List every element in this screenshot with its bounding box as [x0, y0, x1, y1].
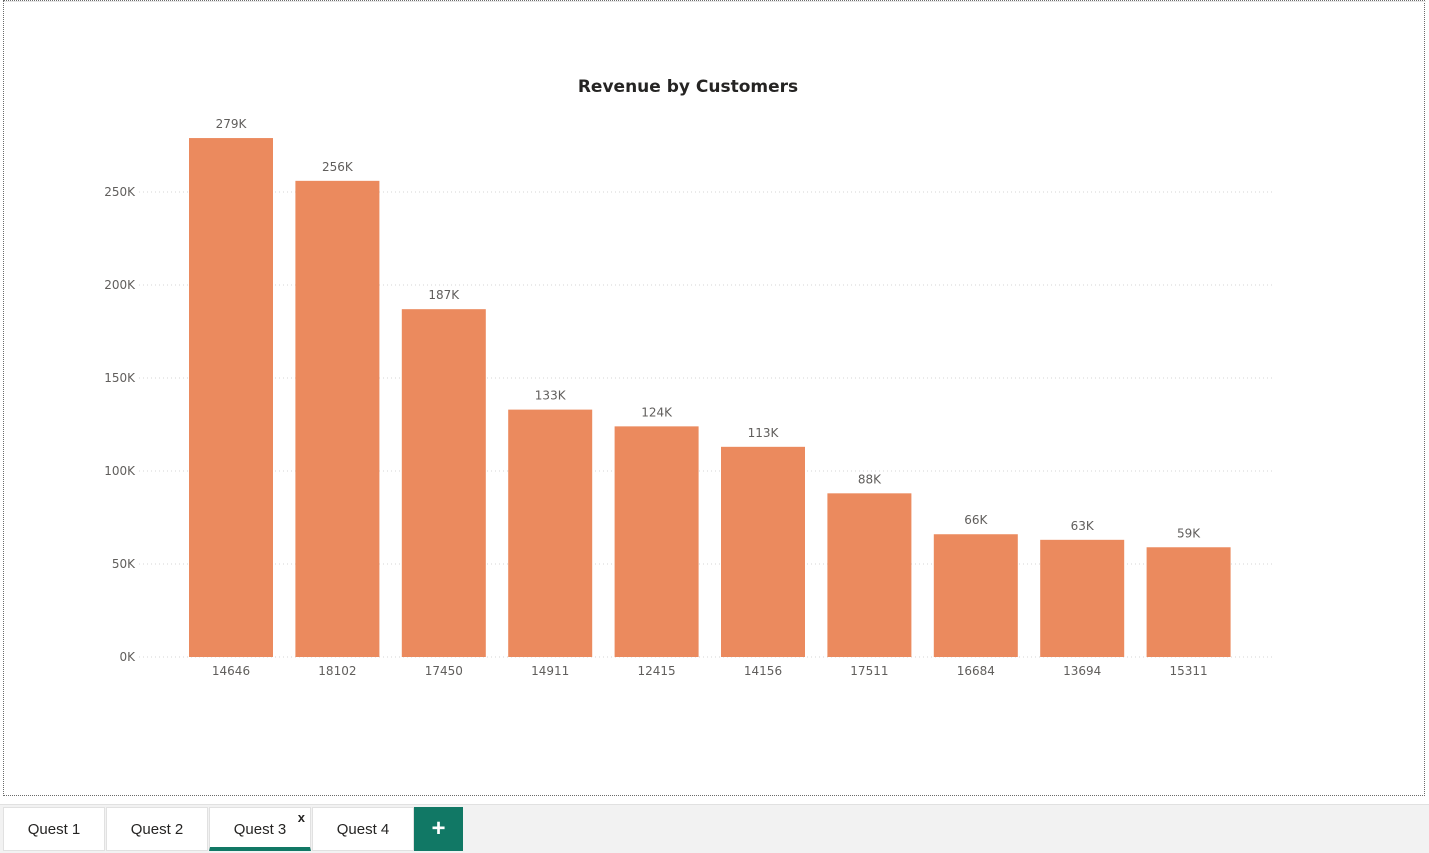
y-tick-label: 200K [104, 278, 136, 292]
report-canvas: Revenue by Customers 0K 50K 100K 150K 200K 250… [3, 0, 1426, 796]
data-label: 113K [748, 426, 780, 440]
y-tick-label: 100K [104, 464, 136, 478]
bar-chart[interactable]: Revenue by Customers 0K 50K 100K 150K 200K 250… [4, 1, 1424, 795]
add-page-button[interactable]: + [414, 807, 463, 851]
tab-quest-1[interactable]: Quest 1 [3, 807, 105, 851]
x-tick-label: 17450 [425, 664, 463, 678]
bar [614, 426, 699, 657]
bar [721, 446, 805, 657]
tab-quest-2[interactable]: Quest 2 [106, 807, 208, 851]
data-label: 124K [641, 405, 673, 419]
close-icon[interactable]: x [298, 810, 305, 825]
data-label: 66K [964, 513, 988, 527]
tab-label: Quest 1 [27, 820, 81, 838]
tab-quest-3[interactable]: Quest 3 x [209, 807, 311, 851]
x-tick-label: 14156 [744, 664, 782, 678]
tab-label: Quest 2 [130, 820, 184, 838]
bar [401, 309, 486, 657]
data-label: 279K [216, 117, 248, 131]
tab-label: Quest 3 [233, 821, 287, 838]
bar [827, 493, 912, 657]
x-tick-label: 12415 [638, 664, 676, 678]
y-tick-label: 250K [104, 185, 136, 199]
bar [189, 138, 273, 657]
x-tick-label: 15311 [1170, 664, 1208, 678]
x-tick-label: 18102 [318, 664, 356, 678]
page-tab-bar: Quest 1 Quest 2 Quest 3 x Quest 4 + [0, 804, 1429, 853]
tab-quest-4[interactable]: Quest 4 [312, 807, 414, 851]
y-tick-label: 50K [112, 557, 136, 571]
bar [933, 534, 1018, 657]
y-tick-label: 0K [119, 650, 136, 664]
x-tick-label: 16684 [957, 664, 995, 678]
bar [508, 409, 593, 657]
tab-label: Quest 4 [336, 820, 390, 838]
chart-title: Revenue by Customers [578, 77, 798, 97]
data-label: 88K [858, 472, 882, 486]
data-label: 133K [535, 389, 567, 403]
x-tick-label: 13694 [1063, 664, 1101, 678]
data-label: 63K [1071, 519, 1095, 533]
data-label: 59K [1177, 526, 1201, 540]
x-tick-label: 14911 [531, 664, 569, 678]
bar [1146, 547, 1231, 657]
x-tick-label: 17511 [850, 664, 888, 678]
bar [295, 180, 380, 657]
x-tick-label: 14646 [212, 664, 250, 678]
data-label: 187K [428, 288, 460, 302]
data-label: 256K [322, 160, 354, 174]
y-tick-label: 150K [104, 371, 136, 385]
bar [1040, 539, 1125, 657]
